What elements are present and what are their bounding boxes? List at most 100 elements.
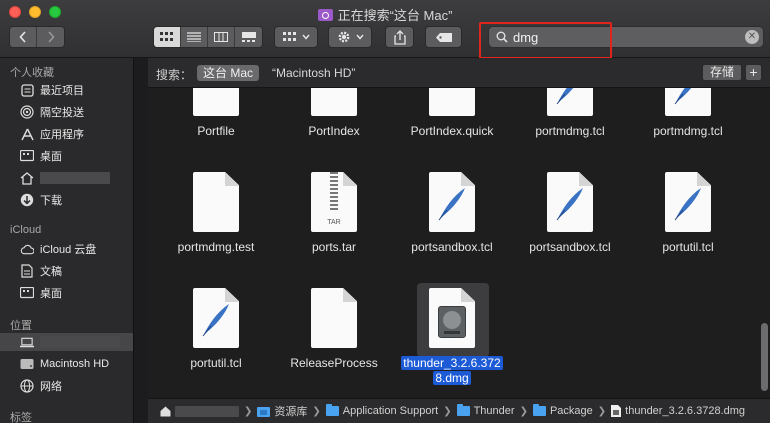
file-name: ports.tar	[311, 240, 356, 254]
forward-button[interactable]	[37, 27, 64, 47]
disk-icon	[20, 357, 34, 371]
share-button[interactable]	[385, 26, 414, 48]
sidebar-item-recents[interactable]: 最近项目	[20, 81, 132, 99]
save-search-button[interactable]: 存储	[702, 64, 742, 81]
sidebar-splitter[interactable]	[134, 58, 148, 423]
tag-icon	[435, 32, 452, 42]
add-criteria-button[interactable]: +	[745, 64, 762, 81]
document-icon	[311, 88, 357, 116]
sidebar-item-icloud-desktop[interactable]: 桌面	[20, 284, 132, 302]
chevron-left-icon	[19, 31, 26, 43]
sidebar-item-icloud-drive[interactable]: iCloud 云盘	[20, 240, 132, 258]
file-item[interactable]: TAR ports.tar	[274, 172, 394, 255]
edit-tags-button[interactable]	[425, 26, 462, 48]
disk-image-icon	[429, 288, 475, 348]
download-icon	[20, 193, 34, 207]
sidebar-item-home[interactable]	[20, 169, 132, 187]
path-item-thunder[interactable]: Thunder	[456, 404, 515, 417]
sidebar-item-network[interactable]: 网络	[20, 377, 132, 395]
file-item[interactable]: PortIndex	[274, 88, 394, 139]
scope-this-mac-button[interactable]: 这台 Mac	[197, 65, 260, 81]
search-field[interactable]: ✕	[488, 26, 764, 48]
magnifier-icon	[496, 31, 508, 43]
icon-view-button[interactable]	[154, 27, 181, 47]
file-item[interactable]: Portfile	[156, 88, 276, 139]
file-name: portsandbox.tcl	[411, 240, 493, 254]
action-menu-button[interactable]	[328, 26, 372, 48]
file-item[interactable]: portmdmg.tcl	[628, 88, 748, 139]
sidebar-item-documents[interactable]: 文稿	[20, 262, 132, 280]
search-input[interactable]	[513, 29, 733, 45]
file-item[interactable]: PortIndex.quick	[392, 88, 512, 139]
gallery-view-button[interactable]	[235, 27, 262, 47]
window-title: 正在搜索“这台 Mac”	[0, 5, 770, 24]
file-name: portmdmg.tcl	[653, 124, 723, 138]
scope-volume-button[interactable]: “Macintosh HD”	[272, 66, 355, 80]
folder-icon	[456, 404, 470, 416]
file-name: portutil.tcl	[190, 356, 242, 370]
path-item-file[interactable]: thunder_3.2.6.3728.dmg	[611, 405, 745, 417]
file-name: portutil.tcl	[662, 240, 714, 254]
path-item-application-support[interactable]: Application Support	[325, 404, 438, 417]
chevron-down-icon	[301, 34, 310, 40]
list-view-button[interactable]	[181, 27, 208, 47]
tcl-script-icon	[193, 288, 239, 348]
path-separator-icon: ❯	[597, 405, 607, 417]
sidebar-item-this-mac[interactable]	[0, 333, 133, 351]
clock-icon	[20, 83, 34, 97]
file-name: Portfile	[197, 124, 235, 138]
vertical-scrollbar[interactable]	[761, 323, 768, 391]
library-folder-icon	[257, 406, 271, 417]
sidebar-item-macintosh-hd[interactable]: Macintosh HD	[20, 355, 132, 373]
smart-folder-icon	[317, 9, 333, 21]
sidebar-item-applications[interactable]: 应用程序	[20, 125, 132, 143]
file-name: ReleaseProcess	[290, 356, 378, 370]
column-view-button[interactable]	[208, 27, 235, 47]
redacted-username	[40, 172, 110, 184]
network-icon	[20, 379, 34, 393]
sidebar-item-downloads[interactable]: 下载	[20, 191, 132, 209]
path-item-library[interactable]: 资源库	[257, 403, 307, 419]
tcl-script-icon	[665, 88, 711, 116]
group-grid-icon	[282, 32, 296, 41]
laptop-icon	[20, 335, 34, 349]
sidebar-item-desktop[interactable]: 桌面	[20, 147, 132, 165]
file-name: portmdmg.test	[177, 240, 255, 254]
path-bar: ❯ 资源库 ❯ Application Support ❯ Thunder ❯ …	[148, 398, 770, 423]
file-item[interactable]: portsandbox.tcl	[510, 172, 630, 255]
window-toolbar: 正在搜索“这台 Mac” dmg ✕	[0, 0, 770, 59]
chevron-down-icon	[355, 34, 364, 40]
path-item-package[interactable]: Package	[532, 404, 593, 417]
file-item[interactable]: portutil.tcl	[156, 288, 276, 371]
document-icon	[193, 88, 239, 116]
path-item-label: Thunder	[473, 405, 515, 417]
sidebar-header-locations: 位置	[10, 320, 32, 332]
document-icon	[311, 288, 357, 348]
file-item[interactable]: portsandbox.tcl	[392, 172, 512, 255]
disk-image-icon	[611, 405, 622, 417]
search-scope-label: 搜索：	[156, 68, 193, 82]
path-item-label: 资源库	[274, 406, 308, 418]
file-item[interactable]: portmdmg.test	[156, 172, 276, 255]
sidebar-item-airdrop[interactable]: 隔空投送	[20, 103, 132, 121]
desktop-icon	[20, 286, 34, 300]
sidebar-header-icloud: iCloud	[10, 224, 42, 236]
back-button[interactable]	[10, 27, 37, 47]
file-name: PortIndex.quick	[410, 124, 494, 138]
redacted-computer-name	[40, 336, 120, 348]
tcl-script-icon	[429, 172, 475, 232]
path-separator-icon: ❯	[312, 405, 321, 417]
home-icon	[20, 171, 34, 185]
chevron-right-icon	[47, 31, 55, 43]
sidebar: 个人收藏 最近项目 隔空投送 应用程序 桌面 下载 iCloud iCloud …	[0, 58, 134, 423]
file-item[interactable]: ReleaseProcess	[274, 288, 394, 371]
file-item-selected[interactable]: thunder_3.2.6.372 8.dmg	[392, 288, 512, 386]
path-home[interactable]	[160, 405, 239, 417]
search-scope-bar: 搜索： 这台 Mac “Macintosh HD” 存储 +	[148, 58, 770, 88]
view-mode-control	[153, 26, 263, 48]
file-item[interactable]: portutil.tcl	[628, 172, 748, 255]
clear-search-button[interactable]: ✕	[745, 30, 759, 44]
group-by-button[interactable]	[274, 26, 318, 48]
tcl-script-icon	[547, 88, 593, 116]
file-item[interactable]: portmdmg.tcl	[510, 88, 630, 139]
